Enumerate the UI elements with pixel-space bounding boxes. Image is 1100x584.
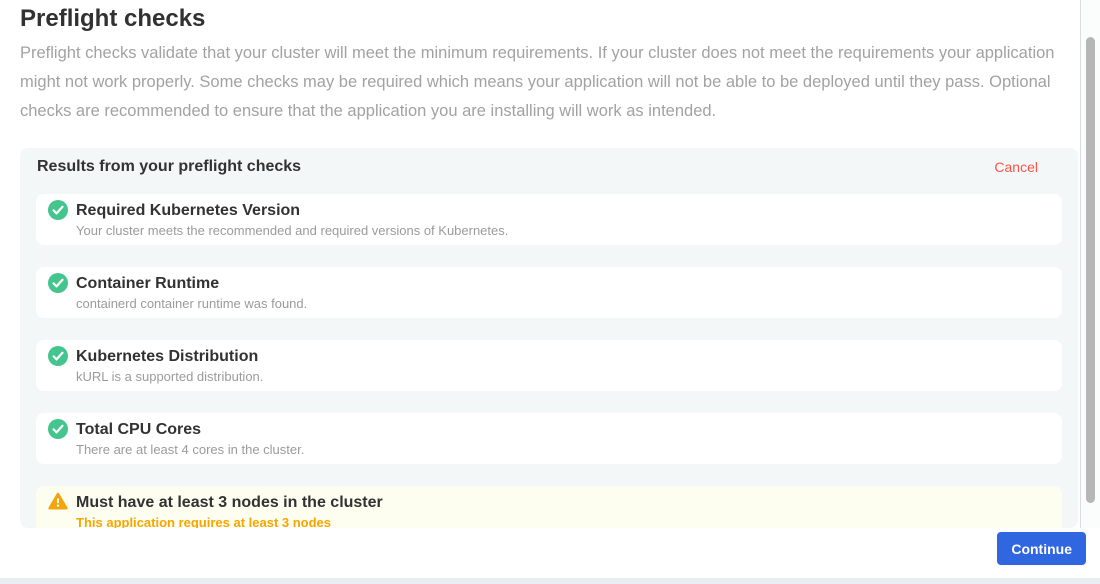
check-item: Total CPU Cores There are at least 4 cor… [36,413,1062,464]
page-title: Preflight checks [20,5,205,33]
preflight-results-card: Results from your preflight checks Cance… [20,148,1078,528]
check-item: Required Kubernetes Version Your cluster… [36,194,1062,245]
check-item: Kubernetes Distribution kURL is a suppor… [36,340,1062,391]
check-message: kURL is a supported distribution. [76,369,1050,384]
check-title: Kubernetes Distribution [76,347,1050,366]
check-circle-icon [48,419,68,439]
bottom-strip [0,578,1100,584]
check-title: Container Runtime [76,274,1050,293]
check-message: containerd container runtime was found. [76,296,1050,311]
check-circle-icon [48,200,68,220]
check-title: Total CPU Cores [76,420,1050,439]
check-title: Must have at least 3 nodes in the cluste… [76,493,1050,512]
check-item: Container Runtime containerd container r… [36,267,1062,318]
check-message: This application requires at least 3 nod… [76,515,1050,528]
checks-list: Required Kubernetes Version Your cluster… [36,194,1062,528]
footer-bar: Continue [0,528,1100,578]
check-message: Your cluster meets the recommended and r… [76,223,1050,238]
scrollbar-thumb[interactable] [1086,37,1095,503]
check-circle-icon [48,346,68,366]
scrollbar-track[interactable] [1081,0,1100,578]
check-title: Required Kubernetes Version [76,201,1050,220]
results-card-header: Results from your preflight checks [37,158,301,176]
continue-button[interactable]: Continue [997,532,1086,565]
warning-triangle-icon [48,492,68,512]
check-circle-icon [48,273,68,293]
check-item: Must have at least 3 nodes in the cluste… [36,486,1062,528]
check-message: There are at least 4 cores in the cluste… [76,442,1050,457]
cancel-link[interactable]: Cancel [994,159,1038,175]
page-description: Preflight checks validate that your clus… [20,39,1063,126]
